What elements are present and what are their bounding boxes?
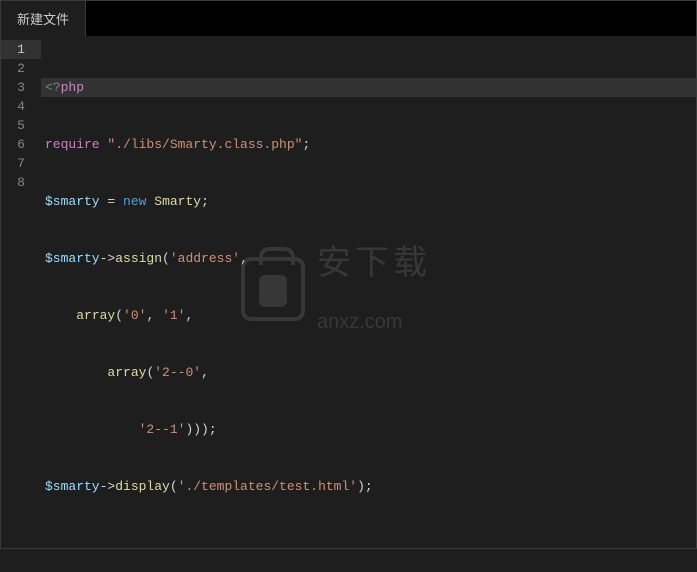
line-number: 6: [1, 135, 41, 154]
line-number: 3: [1, 78, 41, 97]
code-line[interactable]: require "./libs/Smarty.class.php";: [41, 135, 696, 154]
keyword-require: require: [45, 137, 100, 152]
php-open-tag: <?: [45, 80, 61, 95]
php-keyword: php: [61, 80, 84, 95]
string-literal: "./libs/Smarty.class.php": [107, 137, 302, 152]
semicolon: ;: [302, 137, 310, 152]
code-line[interactable]: $smarty = new Smarty;: [41, 192, 696, 211]
arrow: ->: [100, 479, 116, 494]
paren-close: )));: [185, 422, 216, 437]
string-literal: '0': [123, 308, 146, 323]
string-literal: '2--0': [154, 365, 201, 380]
variable: $smarty: [45, 194, 100, 209]
line-number: 2: [1, 59, 41, 78]
variable: $smarty: [45, 479, 100, 494]
class-name: Smarty: [154, 194, 201, 209]
variable: $smarty: [45, 251, 100, 266]
string-literal: '2--1': [139, 422, 186, 437]
code-line[interactable]: array('0', '1',: [41, 306, 696, 325]
arrow: ->: [100, 251, 116, 266]
tab-label: 新建文件: [17, 9, 69, 28]
tab-bar: 新建文件: [0, 0, 697, 36]
code-line[interactable]: <?php: [41, 78, 696, 97]
paren-open: (: [170, 479, 178, 494]
comma: ,: [240, 251, 248, 266]
code-line[interactable]: $smarty->display('./templates/test.html'…: [41, 477, 696, 496]
paren-open: (: [115, 308, 123, 323]
watermark: 安下载 anxz.com: [241, 216, 431, 361]
watermark-shield-icon: [259, 275, 287, 307]
tab-new-file[interactable]: 新建文件: [1, 1, 86, 36]
string-literal: '1': [162, 308, 185, 323]
code-area[interactable]: <?php require "./libs/Smarty.class.php";…: [41, 36, 696, 548]
line-number: 4: [1, 97, 41, 116]
function-array: array: [76, 308, 115, 323]
method-assign: assign: [115, 251, 162, 266]
line-number: 8: [1, 173, 41, 192]
line-number: 5: [1, 116, 41, 135]
editor: 12345678 <?php require "./libs/Smarty.cl…: [0, 36, 697, 549]
code-line[interactable]: $smarty->assign('address',: [41, 249, 696, 268]
comma: ,: [185, 308, 193, 323]
method-display: display: [115, 479, 170, 494]
code-line[interactable]: '2--1')));: [41, 420, 696, 439]
line-number: 1: [1, 40, 41, 59]
code-line[interactable]: array('2--0',: [41, 363, 696, 382]
line-number: 7: [1, 154, 41, 173]
watermark-text: 安下载 anxz.com: [317, 216, 431, 361]
function-array: array: [107, 365, 146, 380]
string-literal: './templates/test.html': [178, 479, 357, 494]
string-literal: 'address': [170, 251, 240, 266]
semicolon: ;: [201, 194, 209, 209]
keyword-new: new: [123, 194, 146, 209]
line-gutter: 12345678: [1, 36, 41, 548]
comma: ,: [201, 365, 209, 380]
paren-open: (: [162, 251, 170, 266]
paren-close: );: [357, 479, 373, 494]
